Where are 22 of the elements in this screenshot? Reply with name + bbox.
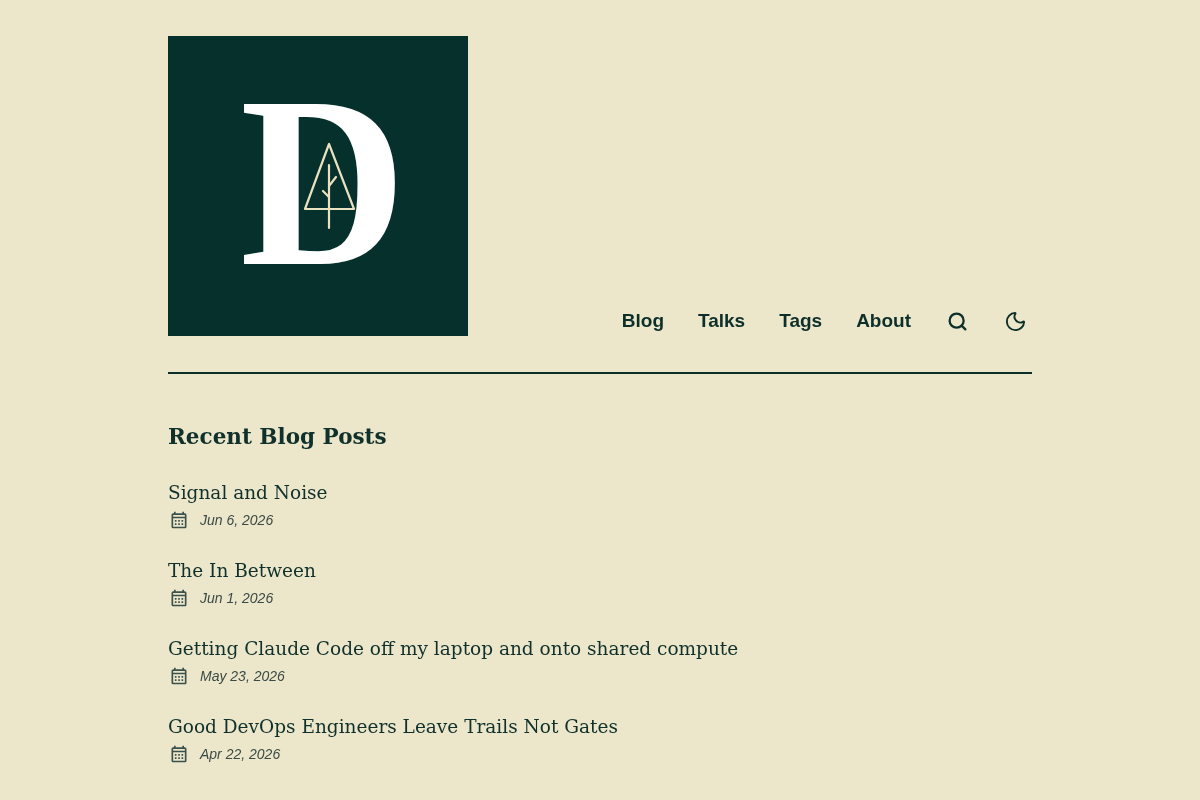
post-title-link[interactable]: Good DevOps Engineers Leave Trails Not Gates [168, 713, 618, 741]
search-button[interactable] [947, 310, 968, 332]
calendar-icon [169, 510, 189, 530]
moon-icon [1004, 309, 1027, 333]
theme-toggle-button[interactable] [1004, 309, 1027, 333]
post-date: Apr 22, 2026 [200, 745, 281, 764]
post-title-link[interactable]: Getting Claude Code off my laptop and onto shared compute [168, 635, 739, 663]
calendar-icon [169, 744, 189, 764]
nav-link[interactable]: About [856, 307, 911, 335]
search-icon [947, 310, 968, 332]
calendar-icon [169, 666, 189, 686]
post-title-link[interactable]: The In Between [168, 557, 316, 585]
post-title-link[interactable]: Signal and Noise [168, 479, 328, 507]
calendar-icon [169, 588, 189, 608]
post-date: May 23, 2026 [200, 667, 285, 686]
logo: D [168, 36, 468, 336]
nav-link[interactable]: Talks [698, 307, 746, 335]
section-heading: Recent Blog Posts [168, 423, 387, 451]
post-date: Jun 1, 2026 [200, 589, 274, 608]
nav-link[interactable]: Tags [779, 307, 823, 335]
nav-link[interactable]: Blog [621, 307, 664, 335]
post-date: Jun 6, 2026 [200, 511, 274, 530]
